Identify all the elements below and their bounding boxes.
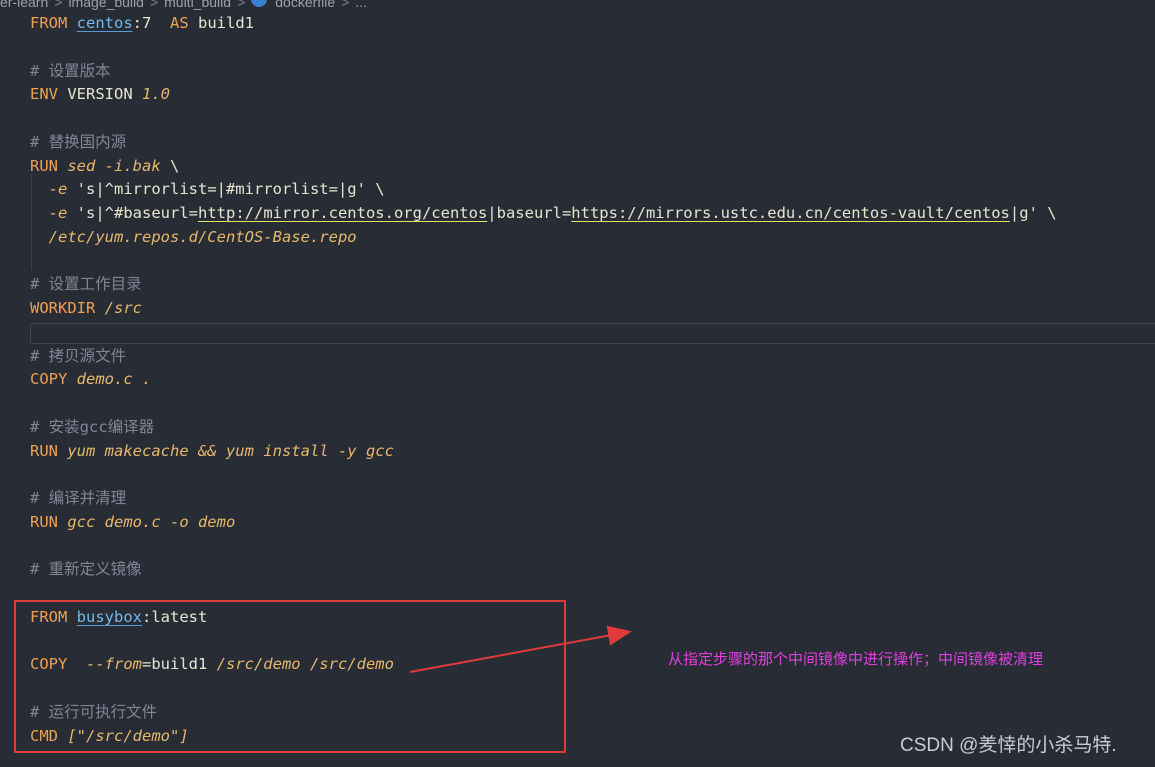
annotation-text: 从指定步骤的那个中间镜像中进行操作；中间镜像被清理 xyxy=(668,651,1044,668)
watermark: CSDN @羑悻的小杀马特. xyxy=(900,735,1117,756)
